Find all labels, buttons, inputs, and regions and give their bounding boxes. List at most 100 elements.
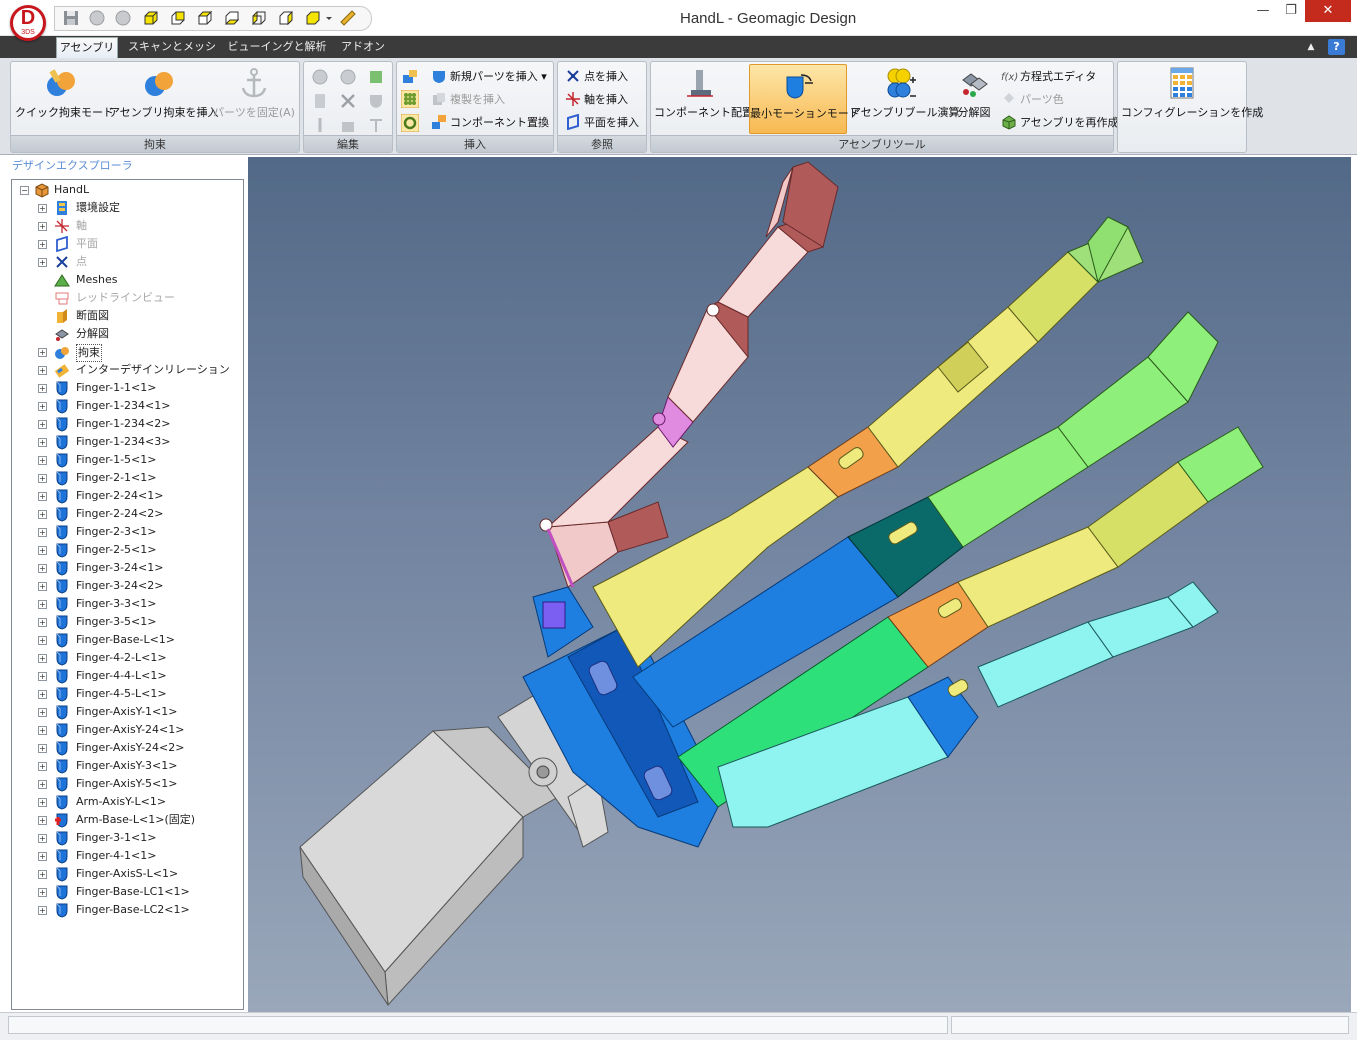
tree-node[interactable]: + Finger-3-5<1> bbox=[12, 613, 242, 631]
insert-duplicate-button[interactable]: 複製を挿入 bbox=[431, 89, 505, 111]
insert-assembly-constraint-button[interactable]: アセンブリ拘束を挿入 bbox=[109, 64, 218, 134]
expand-toggle-icon[interactable]: + bbox=[38, 510, 47, 519]
expand-toggle-icon[interactable]: + bbox=[38, 672, 47, 681]
insert-bolt-icon[interactable] bbox=[401, 68, 419, 86]
view-right-icon[interactable] bbox=[278, 10, 294, 26]
view-back-icon[interactable] bbox=[170, 10, 186, 26]
insert-new-part-button[interactable]: 新規パーツを挿入 ▾ bbox=[431, 66, 547, 88]
tab-viewing-analysis[interactable]: ビューイングと解析 bbox=[224, 37, 330, 58]
tree-node[interactable]: + Finger-2-3<1> bbox=[12, 523, 242, 541]
delete-icon[interactable] bbox=[339, 92, 357, 110]
tree-node[interactable]: + Finger-2-24<1> bbox=[12, 487, 242, 505]
tree-node[interactable]: + Finger-3-3<1> bbox=[12, 595, 242, 613]
fix-part-button[interactable]: パーツを固定(A) bbox=[211, 64, 297, 134]
expand-toggle-icon[interactable]: + bbox=[38, 816, 47, 825]
expand-toggle-icon[interactable]: + bbox=[38, 564, 47, 573]
tree-node[interactable]: + 平面 bbox=[12, 235, 242, 253]
tree-node[interactable]: レッドラインビュー bbox=[12, 289, 242, 307]
expand-toggle-icon[interactable]: + bbox=[38, 528, 47, 537]
edit-split-icon[interactable] bbox=[367, 116, 385, 134]
create-configuration-button[interactable]: コンフィグレーションを作成 bbox=[1121, 64, 1263, 134]
tree-node[interactable]: + Finger-Base-LC2<1> bbox=[12, 901, 242, 919]
expand-toggle-icon[interactable]: + bbox=[38, 438, 47, 447]
tree-node[interactable]: + Finger-4-1<1> bbox=[12, 847, 242, 865]
insert-point-button[interactable]: 点を挿入 bbox=[565, 66, 628, 88]
expand-toggle-icon[interactable]: + bbox=[38, 600, 47, 609]
expand-toggle-icon[interactable]: + bbox=[38, 654, 47, 663]
replace-component-button[interactable]: コンポーネント置換 bbox=[431, 112, 549, 134]
tree-node[interactable]: + 環境設定 bbox=[12, 199, 242, 217]
tree-node[interactable]: + Finger-2-1<1> bbox=[12, 469, 242, 487]
tree-node[interactable]: + Arm-AxisY-L<1> bbox=[12, 793, 242, 811]
ruler-icon[interactable] bbox=[340, 10, 356, 26]
tab-addon[interactable]: アドオン bbox=[336, 37, 390, 58]
tree-node[interactable]: + Finger-AxisY-24<2> bbox=[12, 739, 242, 757]
undo-icon[interactable] bbox=[89, 10, 105, 26]
expand-toggle-icon[interactable]: + bbox=[38, 384, 47, 393]
tree-node[interactable]: + Finger-3-24<2> bbox=[12, 577, 242, 595]
rebuild-assembly-button[interactable]: アセンブリを再作成 bbox=[1001, 112, 1118, 134]
assembly-boolean-button[interactable]: アセンブリブール演算 bbox=[850, 64, 959, 134]
expand-toggle-icon[interactable]: + bbox=[38, 582, 47, 591]
expand-toggle-icon[interactable]: + bbox=[38, 708, 47, 717]
view-iso-icon[interactable] bbox=[305, 10, 321, 26]
minimize-button[interactable]: — bbox=[1249, 0, 1277, 22]
tree-node[interactable]: − HandL bbox=[12, 181, 242, 199]
expand-toggle-icon[interactable]: + bbox=[38, 618, 47, 627]
expand-toggle-icon[interactable]: + bbox=[38, 546, 47, 555]
3d-viewport[interactable] bbox=[248, 157, 1351, 1012]
expand-toggle-icon[interactable]: + bbox=[38, 852, 47, 861]
part-color-button[interactable]: パーツ色 bbox=[1001, 89, 1064, 111]
insert-plane-button[interactable]: 平面を挿入 bbox=[565, 112, 639, 134]
tree-node[interactable]: + Finger-AxisY-3<1> bbox=[12, 757, 242, 775]
tree-node[interactable]: + Finger-3-1<1> bbox=[12, 829, 242, 847]
expand-toggle-icon[interactable]: + bbox=[38, 762, 47, 771]
edit-pattern-icon[interactable] bbox=[367, 68, 385, 86]
arm-base-part[interactable] bbox=[299, 726, 559, 1007]
tree-node[interactable]: + Finger-4-5-L<1> bbox=[12, 685, 242, 703]
expand-toggle-icon[interactable]: + bbox=[38, 888, 47, 897]
expand-toggle-icon[interactable]: + bbox=[38, 798, 47, 807]
view-front-icon[interactable] bbox=[143, 10, 159, 26]
tree-node[interactable]: + Finger-1-1<1> bbox=[12, 379, 242, 397]
tree-node[interactable]: + 点 bbox=[12, 253, 242, 271]
tree-node[interactable]: + Finger-Base-LC1<1> bbox=[12, 883, 242, 901]
expand-toggle-icon[interactable]: + bbox=[38, 744, 47, 753]
edit-rotate-icon[interactable] bbox=[339, 68, 357, 86]
tree-node[interactable]: 分解図 bbox=[12, 325, 242, 343]
collapse-toggle-icon[interactable]: − bbox=[20, 186, 29, 195]
tree-node[interactable]: + Finger-AxisS-L<1> bbox=[12, 865, 242, 883]
expand-toggle-icon[interactable]: + bbox=[38, 906, 47, 915]
quick-constraint-mode-button[interactable]: クイック拘束モード bbox=[15, 64, 114, 134]
equation-editor-button[interactable]: f(x) 方程式エディタ bbox=[1001, 66, 1096, 88]
expand-toggle-icon[interactable]: + bbox=[38, 780, 47, 789]
expand-toggle-icon[interactable]: + bbox=[38, 420, 47, 429]
save-icon[interactable] bbox=[63, 10, 79, 26]
expand-toggle-icon[interactable]: + bbox=[38, 726, 47, 735]
view-bottom-icon[interactable] bbox=[224, 10, 240, 26]
tree-node[interactable]: Meshes bbox=[12, 271, 242, 289]
insert-gear-icon[interactable] bbox=[401, 114, 419, 132]
expand-toggle-icon[interactable]: + bbox=[38, 834, 47, 843]
edit-shield-icon[interactable] bbox=[367, 92, 385, 110]
tree-node[interactable]: + Finger-Base-L<1> bbox=[12, 631, 242, 649]
tree-node[interactable]: + Finger-4-2-L<1> bbox=[12, 649, 242, 667]
expand-toggle-icon[interactable]: + bbox=[38, 870, 47, 879]
tree-node[interactable]: + Finger-2-5<1> bbox=[12, 541, 242, 559]
tree-node[interactable]: + Finger-AxisY-1<1> bbox=[12, 703, 242, 721]
help-icon[interactable]: ? bbox=[1328, 39, 1345, 55]
insert-grid-icon[interactable] bbox=[401, 90, 419, 108]
view-left-icon[interactable] bbox=[251, 10, 267, 26]
expand-toggle-icon[interactable]: + bbox=[38, 402, 47, 411]
tree-node[interactable]: + 軸 bbox=[12, 217, 242, 235]
application-button[interactable]: D 3DS bbox=[10, 5, 46, 41]
expand-toggle-icon[interactable]: + bbox=[38, 474, 47, 483]
expand-toggle-icon[interactable]: + bbox=[38, 348, 47, 357]
tree-node[interactable]: + Finger-2-24<2> bbox=[12, 505, 242, 523]
tree-node[interactable]: + Finger-1-5<1> bbox=[12, 451, 242, 469]
view-top-icon[interactable] bbox=[197, 10, 213, 26]
ribbon-collapse-icon[interactable]: ▲ bbox=[1302, 37, 1320, 58]
tree-node[interactable]: 断面図 bbox=[12, 307, 242, 325]
edit-pin-icon[interactable] bbox=[311, 116, 329, 134]
exploded-view-button[interactable]: 分解図 bbox=[952, 64, 996, 134]
